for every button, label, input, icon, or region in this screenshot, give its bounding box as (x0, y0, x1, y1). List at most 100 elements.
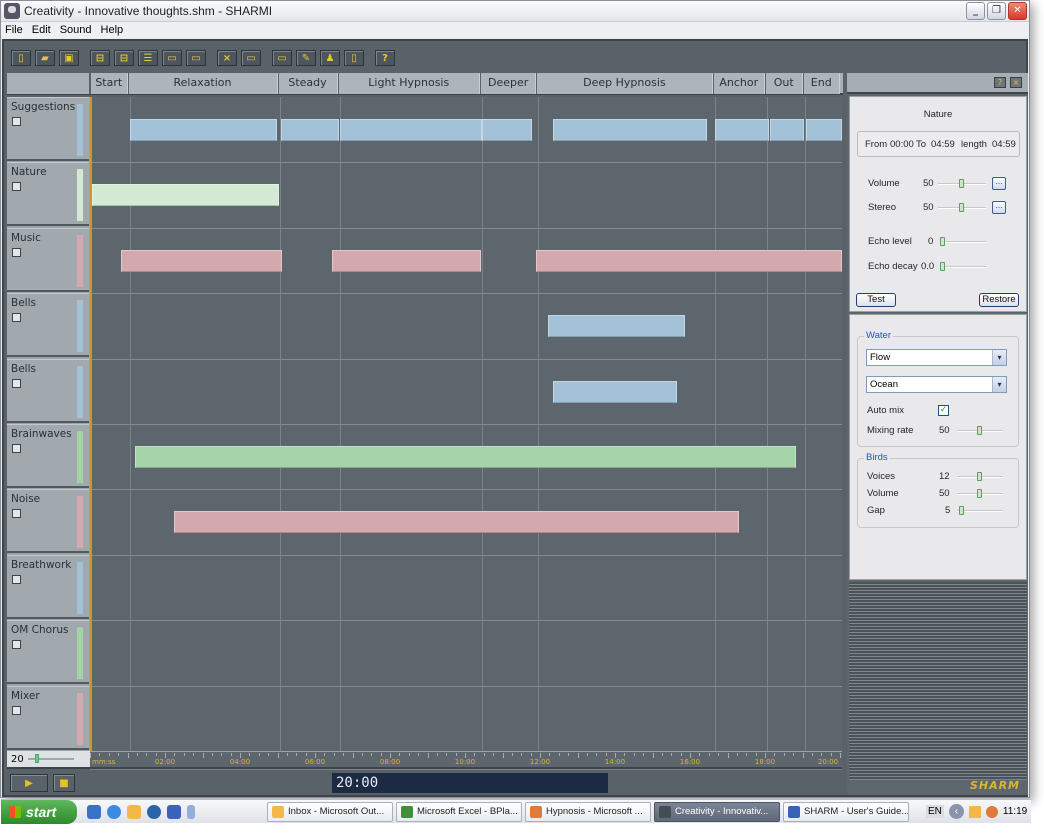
track-checkbox[interactable] (12, 640, 21, 650)
sound-clip[interactable] (806, 119, 842, 141)
sound-clip[interactable] (553, 119, 707, 141)
slider-thumb[interactable] (940, 237, 945, 246)
sound-clip[interactable] (331, 249, 481, 272)
insert-track-before-button[interactable]: ⊟ (90, 50, 110, 66)
tools-button[interactable]: ✎ (296, 50, 316, 66)
chevron-down-icon[interactable]: ▾ (992, 377, 1006, 392)
section-header[interactable]: Steady (277, 73, 338, 94)
sync-tray-icon[interactable] (985, 805, 998, 818)
menu-edit[interactable]: Edit (32, 24, 51, 36)
track-checkbox[interactable] (12, 705, 21, 715)
sound-clip[interactable] (715, 119, 770, 141)
taskbar-task[interactable]: Hypnosis - Microsoft ... (525, 801, 651, 822)
info-button[interactable]: ▯ (344, 50, 364, 66)
taskbar-task[interactable]: Inbox - Microsoft Out... (267, 801, 393, 822)
track-row[interactable]: Brainwaves (7, 424, 89, 488)
media-player-icon[interactable] (147, 804, 161, 819)
new-button[interactable]: ▯ (11, 50, 31, 66)
track-row[interactable]: Nature (7, 162, 89, 227)
track-row[interactable]: Mixer (7, 685, 89, 750)
auto-mix-checkbox[interactable]: ✓ (938, 405, 949, 416)
section-header[interactable]: Deeper (480, 73, 537, 94)
restore-button-panel[interactable]: Restore (979, 293, 1019, 307)
track-checkbox[interactable] (12, 313, 21, 323)
sound-clip[interactable] (92, 184, 279, 207)
sound-clip[interactable] (280, 119, 339, 141)
section-header[interactable]: Light Hypnosis (337, 73, 480, 94)
help-button[interactable]: ? (375, 50, 395, 66)
echo-level-slider[interactable] (940, 237, 986, 246)
menu-file[interactable]: File (5, 24, 23, 36)
internet-explorer-icon[interactable] (107, 804, 121, 819)
save-button[interactable]: ▣ (59, 50, 79, 66)
track-row[interactable]: Breathwork (7, 554, 89, 619)
sound-clip[interactable] (173, 511, 740, 534)
zoom-slider[interactable] (27, 754, 74, 763)
properties-button[interactable]: ▭ (272, 50, 292, 66)
test-button[interactable]: Test (856, 293, 896, 307)
taskbar-task[interactable]: SHARM - User's Guide... (783, 801, 909, 822)
insert-track-after-button[interactable]: ⊟ (114, 50, 134, 66)
section-header[interactable]: Anchor (712, 73, 765, 94)
sound-clip[interactable] (482, 119, 533, 141)
sound-clip[interactable] (120, 249, 282, 272)
add-track-button[interactable]: ☰ (138, 50, 158, 66)
tray-expand-icon[interactable]: ‹ (948, 804, 964, 819)
open-button[interactable]: ▰ (35, 50, 55, 66)
section-header[interactable]: End (802, 73, 840, 94)
sound-clip[interactable] (536, 249, 842, 272)
panel-help-button[interactable]: ? (994, 77, 1006, 88)
panel-close-button[interactable]: × (1010, 77, 1022, 88)
section-header[interactable]: Start (90, 73, 128, 94)
zoom-slider-thumb[interactable] (34, 754, 39, 763)
stop-button[interactable]: ■ (53, 774, 75, 792)
section-header[interactable]: Deep Hypnosis (536, 73, 713, 94)
slider-thumb[interactable] (959, 203, 964, 212)
chevron-down-icon[interactable]: ▾ (992, 350, 1006, 365)
slider-thumb[interactable] (977, 489, 982, 498)
track-checkbox[interactable] (12, 117, 21, 126)
slider-thumb[interactable] (959, 179, 964, 188)
track-checkbox[interactable] (12, 444, 21, 453)
track-empty-button[interactable]: ▭ (186, 50, 206, 66)
voices-slider[interactable] (957, 472, 1003, 481)
slider-thumb[interactable] (940, 262, 945, 271)
timeline-grid[interactable] (90, 97, 842, 751)
taskbar-task[interactable]: Microsoft Excel - BPla... (396, 801, 522, 822)
track-checkbox[interactable] (12, 247, 21, 257)
sound-clip[interactable] (552, 380, 677, 403)
word-icon[interactable] (167, 804, 181, 819)
water-sound-select[interactable]: Ocean ▾ (866, 376, 1007, 393)
slider-thumb[interactable] (977, 472, 982, 481)
track-checkbox[interactable] (12, 182, 21, 192)
track-row[interactable]: Bells (7, 293, 89, 358)
quick-launch-icon[interactable] (87, 804, 101, 819)
track-row[interactable]: Bells (7, 358, 89, 423)
outlook-tray-icon[interactable] (968, 805, 981, 818)
sound-clip[interactable] (770, 119, 805, 141)
play-button[interactable]: ▶ (10, 774, 48, 792)
close-button[interactable]: ✕ (1008, 2, 1027, 20)
track-row[interactable]: Noise (7, 489, 89, 554)
user-button[interactable]: ♟ (320, 50, 340, 66)
track-row[interactable]: Music (7, 227, 89, 292)
echo-decay-slider[interactable] (940, 262, 986, 271)
stereo-more-button[interactable]: ... (992, 201, 1006, 214)
birds-volume-slider[interactable] (957, 489, 1003, 498)
minimize-button[interactable]: _ (966, 2, 985, 20)
window-button[interactable]: ▭ (241, 50, 261, 66)
water-type-select[interactable]: Flow ▾ (866, 349, 1007, 366)
menu-help[interactable]: Help (101, 24, 124, 36)
language-indicator[interactable]: EN (926, 805, 944, 818)
section-header[interactable]: Out (765, 73, 803, 94)
slider-thumb[interactable] (977, 426, 982, 435)
track-checkbox[interactable] (12, 574, 21, 584)
track-checkbox[interactable] (12, 509, 21, 519)
sound-clip[interactable] (129, 119, 277, 141)
track-row[interactable]: Suggestions (7, 97, 89, 161)
taskbar-task[interactable]: Creativity - Innovativ... (654, 801, 780, 822)
stereo-slider[interactable] (938, 203, 986, 212)
section-header[interactable]: Relaxation (127, 73, 278, 94)
gap-slider[interactable] (957, 506, 1003, 515)
delete-button[interactable]: × (217, 50, 237, 66)
